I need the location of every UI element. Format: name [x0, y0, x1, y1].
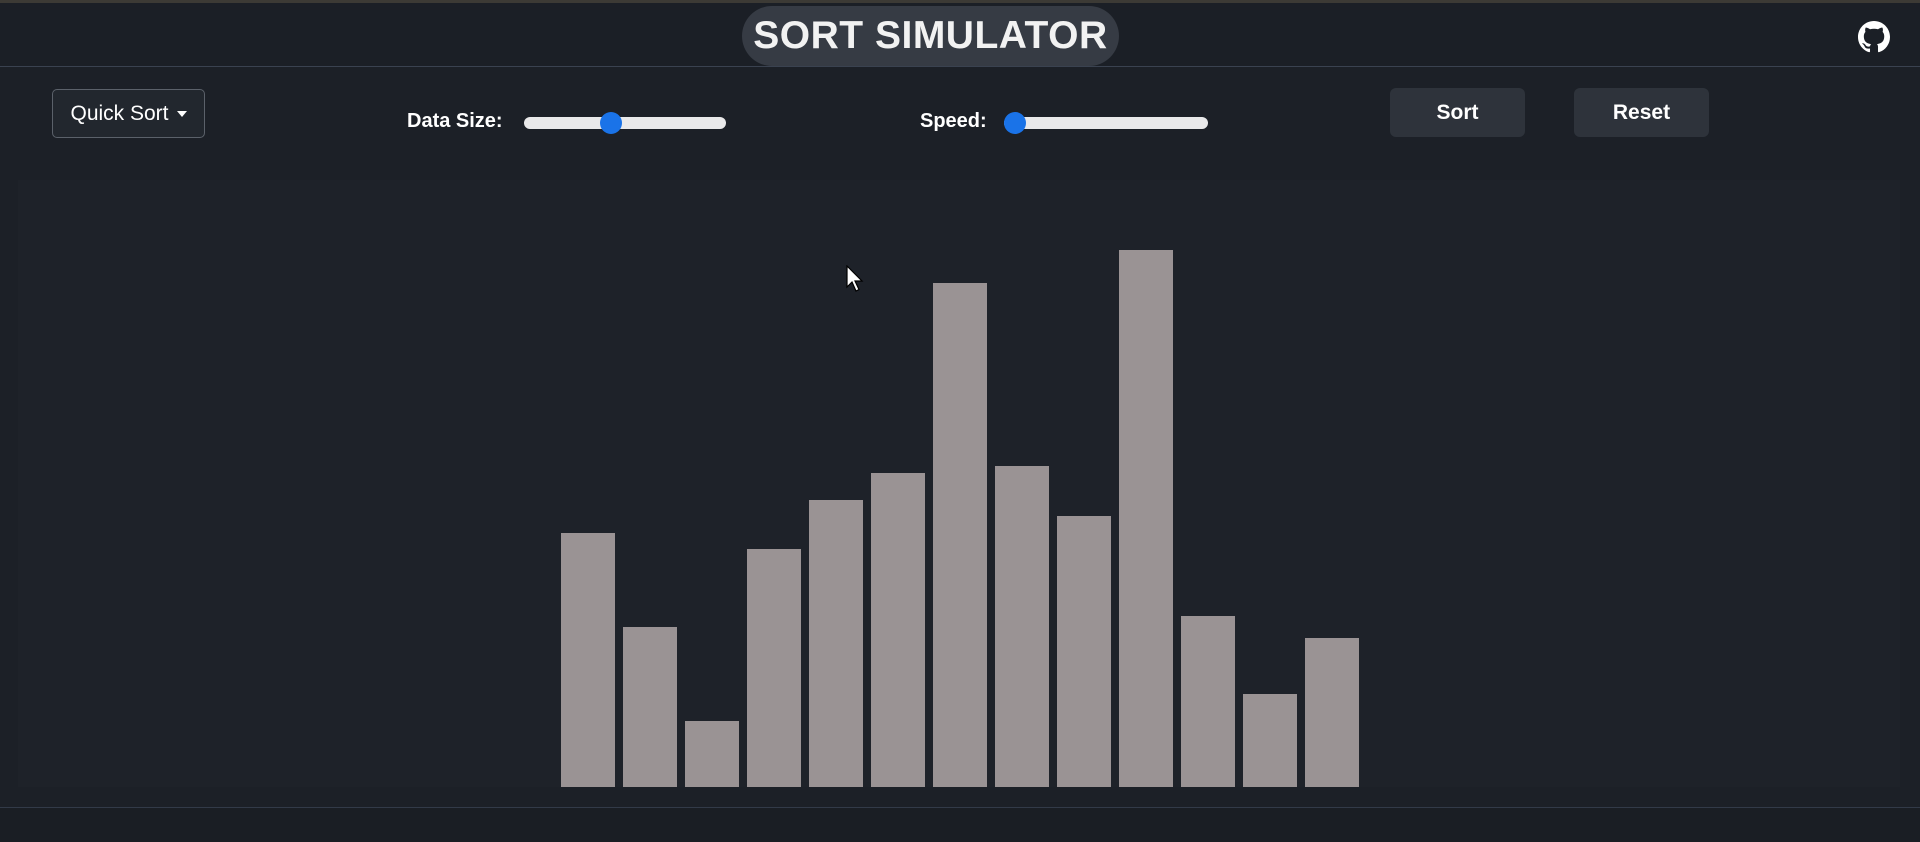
array-bar — [1119, 250, 1173, 787]
data-size-slider[interactable] — [524, 112, 726, 134]
speed-slider[interactable] — [1004, 112, 1208, 134]
header: SORT SIMULATOR — [0, 3, 1920, 67]
array-bar — [1057, 516, 1111, 787]
controls-bar: Quick Sort Data Size: Speed: Sort Reset — [0, 68, 1920, 172]
speed-slider-knob[interactable] — [1004, 112, 1026, 134]
data-size-label: Data Size: — [407, 110, 503, 132]
array-bar — [1181, 616, 1235, 787]
array-bar — [561, 533, 615, 787]
chevron-down-icon — [176, 110, 187, 117]
array-bar — [1243, 694, 1297, 787]
array-bar — [623, 627, 677, 787]
array-bar — [685, 721, 739, 787]
mouse-cursor-icon — [846, 265, 864, 292]
reset-button[interactable]: Reset — [1574, 88, 1709, 137]
sort-button[interactable]: Sort — [1390, 88, 1525, 137]
algorithm-dropdown-label: Quick Sort — [70, 101, 169, 125]
github-icon[interactable] — [1858, 21, 1890, 53]
speed-label: Speed: — [920, 110, 987, 132]
data-size-slider-knob[interactable] — [599, 112, 622, 134]
array-bar — [995, 466, 1049, 787]
algorithm-dropdown[interactable]: Quick Sort — [52, 89, 205, 138]
array-bar — [1305, 638, 1359, 787]
array-bar — [747, 549, 801, 787]
sort-visualization-area — [18, 180, 1900, 787]
array-bar — [933, 283, 987, 787]
array-bar — [809, 500, 863, 787]
footer — [0, 808, 1920, 842]
array-bar — [871, 473, 925, 787]
page-title: SORT SIMULATOR — [742, 6, 1119, 66]
